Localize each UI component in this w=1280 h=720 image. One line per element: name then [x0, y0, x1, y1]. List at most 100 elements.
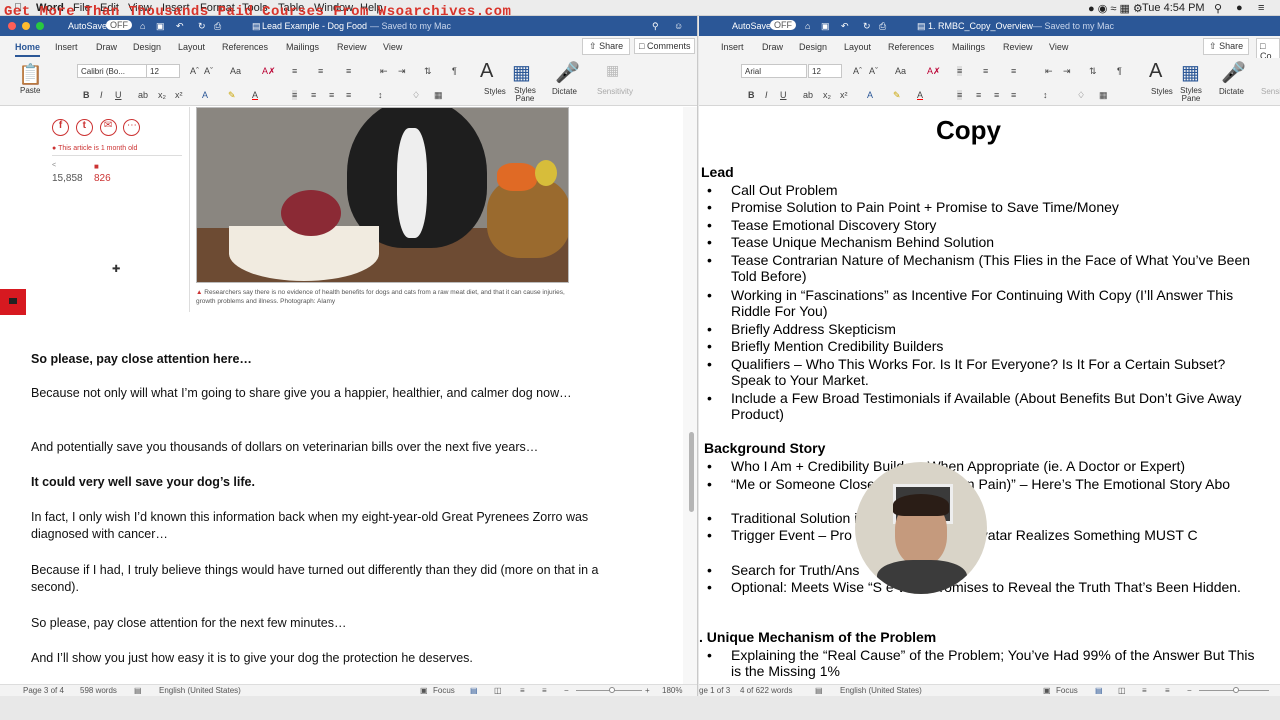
share-button[interactable]: ⇧ Share [582, 38, 631, 55]
save-icon[interactable]: ▣ [156, 21, 165, 32]
tab-layout[interactable]: Layout [178, 42, 205, 52]
spotlight-icon[interactable]: ⚲ [1214, 2, 1222, 15]
tab-insert[interactable]: Insert [55, 42, 78, 52]
language[interactable]: English (United States) [159, 686, 241, 695]
siri-icon[interactable]: ● [1236, 2, 1243, 14]
tab-layout[interactable]: Layout [844, 42, 871, 52]
font-size-box[interactable]: 12 [146, 64, 180, 78]
italic-icon[interactable]: I [765, 90, 768, 100]
home-icon[interactable]: ⌂ [805, 21, 810, 31]
tab-view[interactable]: View [383, 42, 402, 52]
change-case-icon[interactable]: Aa [230, 66, 241, 76]
document-canvas[interactable]: Copy Lead Call Out Problem Promise Solut… [699, 107, 1280, 684]
shading-icon[interactable]: ♢ [412, 90, 420, 101]
print-icon[interactable]: ⎙ [879, 21, 886, 32]
focus-icon[interactable]: ▣ [1043, 686, 1051, 695]
zoom-slider-knob[interactable] [609, 687, 615, 693]
focus-label[interactable]: Focus [1056, 686, 1078, 695]
styles-pane-icon[interactable]: ▦ [512, 60, 531, 85]
undo-icon[interactable]: ↶ [841, 21, 849, 32]
tab-design[interactable]: Design [799, 42, 827, 52]
share-button[interactable]: ⇧ Share [1203, 38, 1250, 55]
font-shrink-icon[interactable]: Aˇ [869, 66, 878, 76]
tab-view[interactable]: View [1049, 42, 1068, 52]
tab-insert[interactable]: Insert [721, 42, 744, 52]
focus-icon[interactable]: ▣ [420, 686, 428, 695]
menubar-status-icons[interactable]: ● ◉ ≈ ▦ ⚙ [1088, 2, 1143, 15]
decrease-indent-icon[interactable]: ⇤ [380, 66, 388, 77]
pilcrow-icon[interactable]: ¶ [1117, 66, 1122, 76]
multilevel-list-icon[interactable]: ≡ [346, 66, 351, 76]
clear-format-icon[interactable]: A✗ [262, 66, 276, 77]
bullets-icon[interactable]: ≡ [957, 66, 963, 76]
close-window-icon[interactable] [8, 22, 16, 30]
proofing-icon[interactable]: ▤ [815, 686, 823, 695]
font-color-icon[interactable]: A [917, 90, 923, 100]
autosave-toggle[interactable]: OFF [106, 20, 132, 30]
email-icon[interactable]: ✉ [99, 119, 117, 136]
text-effects-icon[interactable]: A [867, 90, 873, 100]
borders-icon[interactable]: ▦ [434, 90, 443, 101]
page-count[interactable]: ge 1 of 3 [699, 686, 730, 695]
tab-design[interactable]: Design [133, 42, 161, 52]
zoom-window-icon[interactable] [36, 22, 44, 30]
align-left-icon[interactable]: ≡ [957, 90, 963, 100]
outline-view-icon[interactable]: ≡ [520, 686, 525, 695]
bullets-icon[interactable]: ≡ [292, 66, 297, 76]
redo-icon[interactable]: ↻ [198, 21, 206, 32]
smiley-icon[interactable]: ☺ [674, 21, 683, 31]
tab-draw[interactable]: Draw [762, 42, 783, 52]
print-icon[interactable]: ⎙ [214, 21, 221, 32]
menubar-clock[interactable]: Tue 4:54 PM [1142, 2, 1205, 14]
line-spacing-icon[interactable]: ↕ [378, 90, 383, 100]
align-right-icon[interactable]: ≡ [329, 90, 334, 100]
font-name-box[interactable]: Arial [741, 64, 807, 78]
strikethrough-icon[interactable]: ab [138, 90, 148, 100]
align-center-icon[interactable]: ≡ [976, 90, 981, 100]
page-count[interactable]: Page 3 of 4 [23, 686, 64, 695]
undo-icon[interactable]: ↶ [176, 21, 184, 32]
highlight-icon[interactable]: ✎ [893, 90, 901, 101]
styles-icon[interactable]: A [1149, 60, 1162, 83]
decrease-indent-icon[interactable]: ⇤ [1045, 66, 1053, 77]
twitter-icon[interactable]: t [75, 119, 93, 136]
styles-icon[interactable]: A [480, 60, 493, 83]
outline-view-icon[interactable]: ≡ [1142, 686, 1147, 695]
minimize-window-icon[interactable] [22, 22, 30, 30]
comments-button[interactable]: □ Comments [634, 38, 696, 54]
subscript-icon[interactable]: x₂ [158, 90, 166, 100]
tab-home[interactable]: Home [15, 42, 41, 57]
increase-indent-icon[interactable]: ⇥ [398, 66, 406, 77]
line-spacing-icon[interactable]: ↕ [1043, 90, 1048, 100]
redo-icon[interactable]: ↻ [863, 21, 871, 32]
font-name-box[interactable]: Calibri (Bo... [77, 64, 147, 78]
shading-icon[interactable]: ♢ [1077, 90, 1085, 101]
subscript-icon[interactable]: x₂ [823, 90, 831, 100]
focus-label[interactable]: Focus [433, 686, 455, 695]
superscript-icon[interactable]: x² [175, 90, 183, 100]
underline-icon[interactable]: U [115, 90, 122, 100]
align-left-icon[interactable]: ≡ [292, 90, 298, 100]
zoom-level[interactable]: 180% [662, 686, 682, 695]
more-icon[interactable]: ⋯ [123, 119, 141, 136]
styles-pane-icon[interactable]: ▦ [1181, 60, 1200, 85]
proofing-icon[interactable]: ▤ [134, 686, 142, 695]
web-layout-icon[interactable]: ◫ [1118, 686, 1126, 695]
highlight-icon[interactable]: ✎ [228, 90, 236, 101]
vertical-scrollbar[interactable] [683, 107, 697, 684]
control-center-icon[interactable]: ≡ [1258, 2, 1264, 14]
strikethrough-icon[interactable]: ab [803, 90, 813, 100]
font-shrink-icon[interactable]: Aˇ [204, 66, 213, 76]
tab-references[interactable]: References [222, 42, 268, 52]
tab-review[interactable]: Review [337, 42, 367, 52]
numbering-icon[interactable]: ≡ [983, 66, 988, 76]
increase-indent-icon[interactable]: ⇥ [1063, 66, 1071, 77]
font-color-icon[interactable]: A [252, 90, 258, 100]
tab-references[interactable]: References [888, 42, 934, 52]
font-size-box[interactable]: 12 [808, 64, 842, 78]
autosave-toggle[interactable]: OFF [770, 20, 796, 30]
multilevel-list-icon[interactable]: ≡ [1011, 66, 1016, 76]
stop-icon[interactable] [9, 298, 17, 304]
print-layout-icon[interactable]: ▤ [470, 686, 478, 695]
tab-draw[interactable]: Draw [96, 42, 117, 52]
